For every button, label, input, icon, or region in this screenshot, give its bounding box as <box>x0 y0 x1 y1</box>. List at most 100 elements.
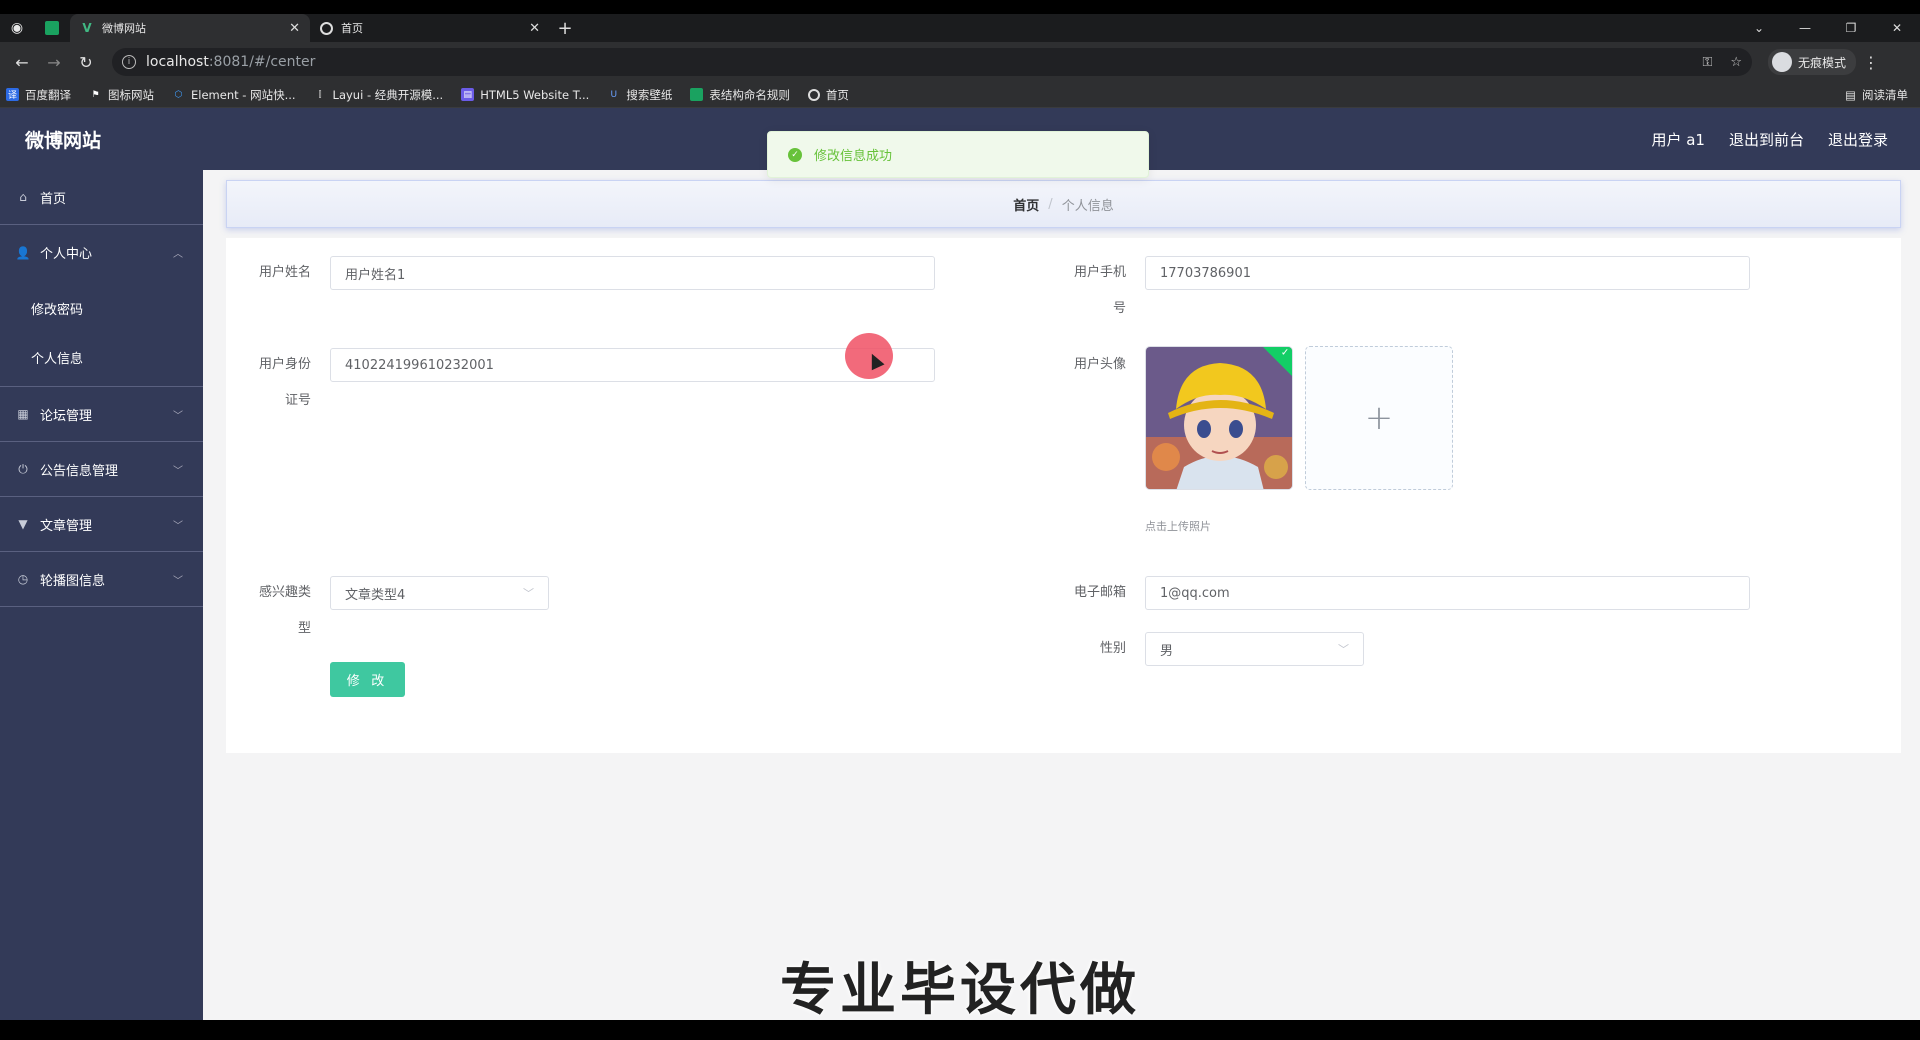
close-icon[interactable]: ✕ <box>289 21 300 36</box>
idcard-value: 410224199610232001 <box>345 357 494 373</box>
phone-label: 用户手机 <box>1073 265 1126 280</box>
restore-icon[interactable]: ❐ <box>1828 21 1874 35</box>
idcard-label: 用户身份 <box>258 357 311 372</box>
sidebar-item-notice[interactable]: ⏻ 公告信息管理 ﹀ <box>0 442 203 497</box>
avatar-picture <box>1146 347 1292 489</box>
phone-input[interactable]: 17703786901 <box>1145 256 1750 290</box>
bookmark-home[interactable]: 首页 <box>807 87 849 103</box>
name-input[interactable]: 用户姓名1 <box>330 256 935 290</box>
logout-link[interactable]: 退出登录 <box>1828 129 1888 150</box>
url-host: localhost <box>146 54 209 70</box>
sidebar-item-label: 个人中心 <box>40 247 93 262</box>
upload-hint: 点击上传照片 <box>1145 520 1211 533</box>
translate-icon: 译 <box>6 88 19 101</box>
interest-label-cont: 型 <box>297 621 311 636</box>
browser-menu-icon[interactable]: ⋮ <box>1856 53 1886 72</box>
phone-label-cont: 号 <box>1112 301 1126 316</box>
url-input[interactable]: i localhost:8081/#/center ⚿ ☆ <box>112 48 1752 76</box>
sidebar-item-forum[interactable]: ▦ 论坛管理 ﹀ <box>0 387 203 442</box>
bookmark-baidu-translate[interactable]: 译百度翻译 <box>6 87 71 103</box>
bookmark-element[interactable]: ⬡ Element - 网站快... <box>172 87 296 103</box>
forward-icon[interactable]: → <box>38 42 70 82</box>
flag-icon: ⚑ <box>91 89 100 100</box>
url-path: :8081/#/center <box>208 54 316 70</box>
breadcrumb-home[interactable]: 首页 <box>1013 195 1039 214</box>
screen-top-border <box>0 0 1920 14</box>
chevron-down-icon: ﹀ <box>1338 643 1349 656</box>
gender-select[interactable]: 男 ﹀ <box>1145 632 1364 666</box>
window-controls: ⌄ — ❐ ✕ <box>1736 21 1920 35</box>
sidebar-item-personal-center[interactable]: 👤 个人中心 ︿ <box>0 225 203 280</box>
breadcrumb: 首页 / 个人信息 <box>226 180 1901 228</box>
sidebar-item-label: 文章管理 <box>40 518 93 534</box>
sidebar-item-article[interactable]: ▼ 文章管理 ﹀ <box>0 497 203 552</box>
clock-icon: ◷ <box>17 572 29 586</box>
globe-icon <box>320 21 333 35</box>
info-icon[interactable]: i <box>122 55 136 69</box>
chevron-down-icon: ﹀ <box>173 465 183 477</box>
avatar-upload-button[interactable]: + <box>1305 346 1453 490</box>
interest-select[interactable]: 文章类型4 ﹀ <box>330 576 549 610</box>
incognito-profile-button[interactable]: 无痕模式 <box>1768 49 1857 75</box>
plus-icon: + <box>1364 398 1394 438</box>
avatar-image[interactable]: ✓ <box>1145 346 1293 490</box>
new-tab-button[interactable]: + <box>550 14 580 42</box>
sidebar-item-carousel[interactable]: ◷ 轮播图信息 ﹀ <box>0 552 203 607</box>
email-input[interactable]: 1@qq.com <box>1145 576 1750 610</box>
home-icon: ⌂ <box>19 190 27 204</box>
exit-to-front-link[interactable]: 退出到前台 <box>1729 129 1804 150</box>
phone-value: 17703786901 <box>1160 265 1251 281</box>
close-icon[interactable]: ✕ <box>529 21 540 36</box>
tab-search-icon[interactable]: ◉ <box>0 14 34 42</box>
chevron-down-icon: ﹀ <box>173 410 183 422</box>
gender-label: 性别 <box>1099 641 1126 656</box>
address-bar: ← → ↻ i localhost:8081/#/center ⚿ ☆ 无痕模式… <box>0 42 1920 82</box>
window-close-icon[interactable]: ✕ <box>1874 21 1920 35</box>
breadcrumb-current: 个人信息 <box>1061 198 1114 214</box>
sidebar-item-change-password[interactable]: 修改密码 <box>0 284 203 333</box>
sidebar-item-personal-info[interactable]: 个人信息 <box>0 333 203 382</box>
chevron-down-icon: ﹀ <box>173 520 183 532</box>
key-icon[interactable]: ⚿ <box>1702 55 1712 70</box>
sidebar-item-label: 修改密码 <box>31 303 84 318</box>
toast-message: 修改信息成功 <box>814 149 893 164</box>
browser-tab-active[interactable]: V 微博网站 ✕ <box>70 14 310 42</box>
minimize-icon[interactable]: — <box>1782 21 1828 35</box>
tab-list-icon[interactable]: ⌄ <box>1736 21 1782 35</box>
screen-bottom-border <box>0 1020 1920 1040</box>
idcard-label-cont: 证号 <box>284 393 311 408</box>
element-icon: ⬡ <box>174 89 183 100</box>
email-label: 电子邮箱 <box>1073 585 1126 600</box>
bookmark-icon-site[interactable]: ⚑ 图标网站 <box>89 87 154 103</box>
bookmark-html5[interactable]: ▤ HTML5 Website T... <box>461 88 589 102</box>
sidebar-item-label: 公告信息管理 <box>40 463 119 479</box>
bookmark-label: 百度翻译 <box>25 87 71 102</box>
sidebar: ⌂ 首页 👤 个人中心 ︿ 修改密码 个人信息 ▦ 论坛管理 ﹀ ⏻ 公告信息管… <box>0 170 203 1020</box>
globe-icon <box>807 88 820 101</box>
back-icon[interactable]: ← <box>6 42 38 82</box>
watermark-caption: 专业毕设代做 <box>780 958 1140 1023</box>
interest-value: 文章类型4 <box>345 587 406 603</box>
sidebar-item-home[interactable]: ⌂ 首页 <box>0 170 203 225</box>
submit-button[interactable]: 修 改 <box>330 662 405 697</box>
bookmark-wallpaper[interactable]: U 搜索壁纸 <box>607 87 673 103</box>
bookmark-label: Layui - 经典开源模... <box>332 87 444 102</box>
wallpaper-icon: U <box>610 89 618 100</box>
browser-tab[interactable]: 首页 ✕ <box>310 14 550 42</box>
sheet-icon <box>45 21 59 35</box>
reload-icon[interactable]: ↻ <box>70 42 102 82</box>
reading-list-button[interactable]: ▤ 阅读清单 <box>1845 87 1908 103</box>
email-value: 1@qq.com <box>1160 585 1230 601</box>
success-toast: ✓ 修改信息成功 <box>767 131 1149 178</box>
name-value: 用户姓名1 <box>345 267 406 283</box>
sidebar-submenu: 修改密码 个人信息 <box>0 280 203 387</box>
chart-icon: ▦ <box>17 407 29 421</box>
bookmark-label: HTML5 Website T... <box>480 87 590 102</box>
star-icon[interactable]: ☆ <box>1730 55 1742 70</box>
gender-value: 男 <box>1160 643 1174 659</box>
app-root: 微博网站 用户 a1 退出到前台 退出登录 ⌂ 首页 👤 个人中心 ︿ 修改密码… <box>0 108 1920 1020</box>
bookmark-layui[interactable]: ⫿ Layui - 经典开源模... <box>314 87 444 103</box>
bookmark-label: 图标网站 <box>108 87 154 102</box>
bookmark-table-naming[interactable]: 表结构命名规则 <box>690 87 790 103</box>
pinned-tab[interactable] <box>34 14 70 42</box>
